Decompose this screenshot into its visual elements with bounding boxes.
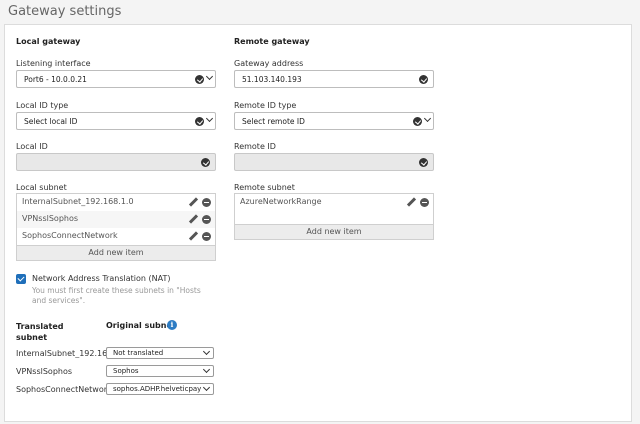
local-subnet-label: Local subnet xyxy=(16,183,67,192)
remote-id-type-value: Select remote ID xyxy=(242,117,305,126)
remote-id-label: Remote ID xyxy=(234,142,276,151)
remote-id-field[interactable] xyxy=(234,153,434,171)
nat-original-subnet-value: Not translated xyxy=(113,349,164,357)
nat-original-subnet-value: sophos.ADHP.helveticpay. xyxy=(113,385,201,393)
remove-icon[interactable] xyxy=(202,215,211,224)
chevron-down-icon xyxy=(206,74,214,82)
local-id-label: Local ID xyxy=(16,142,48,151)
list-item: AzureNetworkRange xyxy=(235,194,433,211)
translated-subnet-header: Translated subnet xyxy=(16,321,64,343)
nat-original-subnet-select[interactable]: Not translated xyxy=(106,347,214,359)
local-gateway-heading: Local gateway xyxy=(16,37,81,46)
pencil-icon[interactable] xyxy=(189,232,198,241)
nat-checkbox[interactable] xyxy=(16,274,26,284)
listening-interface-select[interactable]: Port6 - 10.0.0.21 xyxy=(16,70,216,88)
remote-subnet-label: Remote subnet xyxy=(234,183,295,192)
check-icon xyxy=(419,75,428,84)
local-id-type-value: Select local ID xyxy=(24,117,78,126)
remote-gateway-heading: Remote gateway xyxy=(234,37,310,46)
nat-original-subnet-select[interactable]: sophos.ADHP.helveticpay. xyxy=(106,383,214,395)
chevron-down-icon xyxy=(203,367,211,375)
check-icon xyxy=(419,158,428,167)
remote-id-type-label: Remote ID type xyxy=(234,101,297,110)
chevron-down-icon xyxy=(206,116,214,124)
section-title: Gateway settings xyxy=(8,4,122,19)
nat-checkbox-label: Network Address Translation (NAT) xyxy=(32,274,171,283)
list-item-label: SophosConnectNetwork xyxy=(22,231,118,240)
pencil-icon[interactable] xyxy=(407,198,416,207)
listening-interface-label: Listening interface xyxy=(16,59,91,68)
chevron-down-icon xyxy=(424,116,432,124)
local-id-field[interactable] xyxy=(16,153,216,171)
local-id-type-label: Local ID type xyxy=(16,101,69,110)
gateway-address-value: 51.103.140.193 xyxy=(242,75,302,84)
list-item: SophosConnectNetwork xyxy=(17,228,215,245)
gateway-address-label: Gateway address xyxy=(234,59,304,68)
original-subnet-header: Original subnet xyxy=(106,321,176,330)
remote-subnet-list: AzureNetworkRange Add new item xyxy=(234,193,434,240)
remove-icon[interactable] xyxy=(420,198,429,207)
list-item-label: InternalSubnet_192.168.1.0 xyxy=(22,197,134,206)
check-icon xyxy=(201,158,210,167)
info-icon[interactable]: i xyxy=(167,320,177,330)
remote-id-type-select[interactable]: Select remote ID xyxy=(234,112,434,130)
check-icon xyxy=(195,75,204,84)
add-new-item-button[interactable]: Add new item xyxy=(17,245,215,260)
check-icon xyxy=(413,117,422,126)
nat-row-name: SophosConnectNetwork xyxy=(16,385,112,394)
nat-original-subnet-value: Sophos xyxy=(113,367,139,375)
nat-original-subnet-select[interactable]: Sophos xyxy=(106,365,214,377)
listening-interface-value: Port6 - 10.0.0.21 xyxy=(24,75,87,84)
remove-icon[interactable] xyxy=(202,232,211,241)
local-id-type-select[interactable]: Select local ID xyxy=(16,112,216,130)
chevron-down-icon xyxy=(203,349,211,357)
list-item: VPNsslSophos xyxy=(17,211,215,228)
remove-icon[interactable] xyxy=(202,198,211,207)
nat-hint-text: You must first create these subnets in "… xyxy=(32,286,201,305)
chevron-down-icon xyxy=(203,385,211,393)
local-subnet-list: InternalSubnet_192.168.1.0 VPNsslSophos … xyxy=(16,193,216,261)
gateway-settings-panel: Local gateway Listening interface Port6 … xyxy=(4,24,632,422)
pencil-icon[interactable] xyxy=(189,198,198,207)
nat-row-name: InternalSubnet_192.168. xyxy=(16,349,106,358)
gateway-address-field[interactable]: 51.103.140.193 xyxy=(234,70,434,88)
list-item-label: VPNsslSophos xyxy=(22,214,79,223)
pencil-icon[interactable] xyxy=(189,215,198,224)
check-icon xyxy=(195,117,204,126)
add-new-item-button[interactable]: Add new item xyxy=(235,224,433,239)
translated-header-line1: Translated xyxy=(16,322,64,331)
nat-row-name: VPNsslSophos xyxy=(16,367,73,376)
list-item-label: AzureNetworkRange xyxy=(240,197,322,206)
list-item: InternalSubnet_192.168.1.0 xyxy=(17,194,215,211)
translated-header-line2: subnet xyxy=(16,333,48,342)
